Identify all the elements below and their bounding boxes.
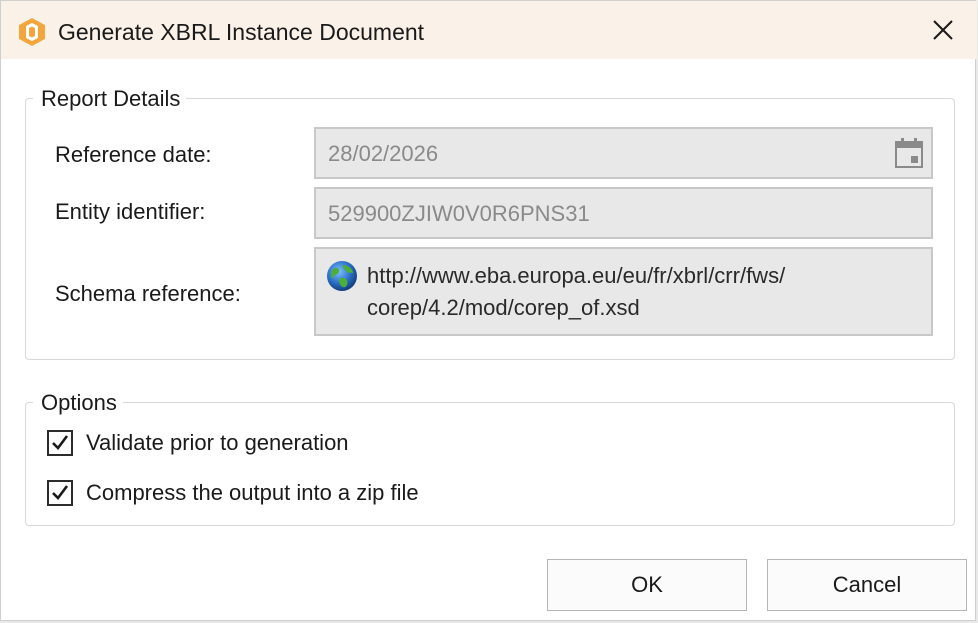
reference-date-field[interactable]: 28/02/2026: [314, 127, 933, 179]
calendar-icon[interactable]: [894, 137, 924, 175]
reference-date-value: 28/02/2026: [328, 141, 439, 166]
report-details-legend: Report Details: [33, 86, 187, 112]
checkmark-icon: [52, 485, 69, 500]
schema-reference-line-1: http://www.eba.europa.eu/eu/fr/xbrl/crr/…: [367, 263, 786, 288]
dialog-title: Generate XBRL Instance Document: [58, 19, 425, 45]
entity-identifier-label: Entity identifier:: [55, 199, 206, 224]
entity-identifier-field[interactable]: 529900ZJIW0V0R6PNS31: [314, 187, 933, 239]
schema-reference-label: Schema reference:: [55, 281, 241, 306]
schema-reference-value: http://www.eba.europa.eu/eu/fr/xbrl/crr/…: [367, 260, 907, 324]
schema-reference-line-2: corep/4.2/mod/corep_of.xsd: [367, 295, 640, 320]
entity-identifier-value: 529900ZJIW0V0R6PNS31: [328, 201, 590, 226]
close-icon: [933, 20, 953, 40]
compress-label: Compress the output into a zip file: [86, 480, 419, 505]
validate-checkbox[interactable]: [47, 430, 73, 456]
checkmark-icon: [52, 435, 69, 450]
validate-label: Validate prior to generation: [86, 430, 349, 455]
close-button[interactable]: [917, 9, 969, 51]
dialog-window: Generate XBRL Instance Document Report D…: [0, 0, 977, 621]
compress-option[interactable]: Compress the output into a zip file: [47, 478, 477, 508]
options-legend: Options: [33, 390, 123, 416]
validate-option[interactable]: Validate prior to generation: [47, 428, 407, 458]
compress-checkbox[interactable]: [47, 480, 73, 506]
title-bar: Generate XBRL Instance Document: [1, 1, 977, 59]
app-logo-icon: [17, 17, 47, 47]
globe-icon: [326, 260, 358, 298]
schema-reference-field[interactable]: http://www.eba.europa.eu/eu/fr/xbrl/crr/…: [314, 247, 933, 336]
cancel-button[interactable]: Cancel: [767, 559, 967, 611]
reference-date-label: Reference date:: [55, 142, 212, 167]
ok-button[interactable]: OK: [547, 559, 747, 611]
